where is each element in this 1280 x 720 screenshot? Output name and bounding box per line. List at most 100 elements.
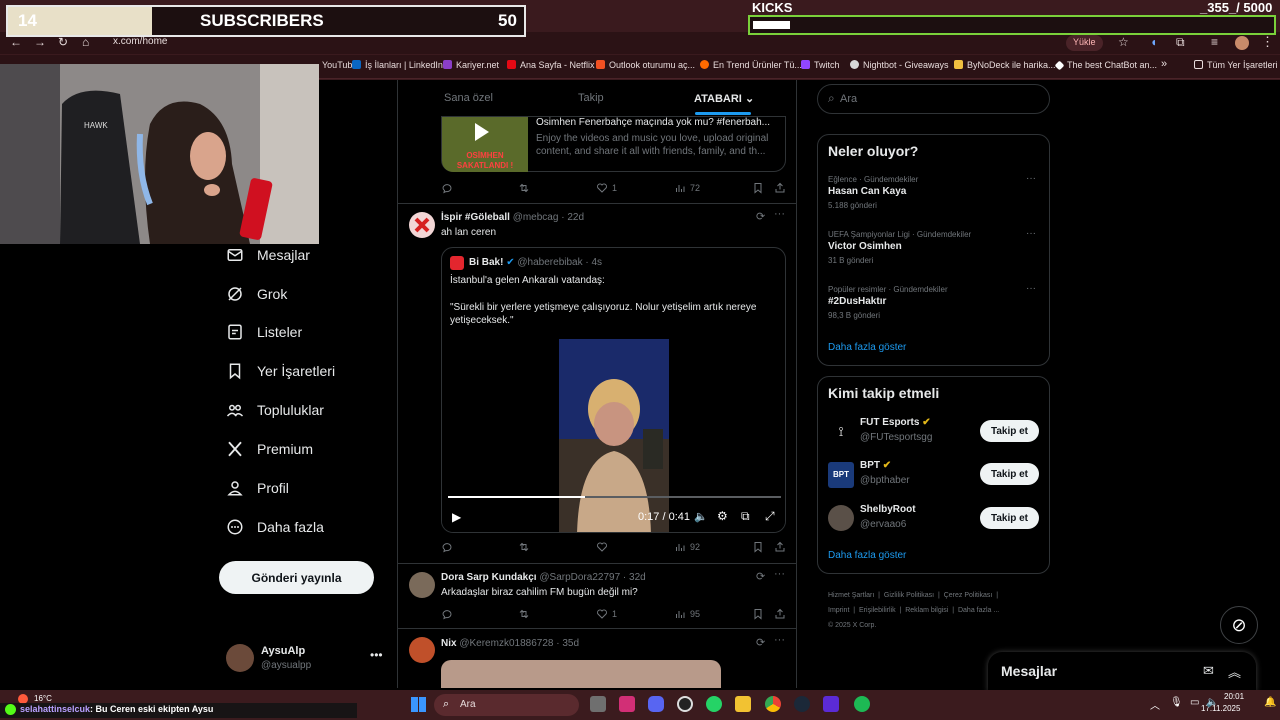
microphone-icon[interactable]: 🎙 <box>1170 697 1183 708</box>
display-icon[interactable]: ▭ <box>1190 697 1199 708</box>
settings-gear-icon[interactable]: ⚙ <box>717 509 728 523</box>
footer-link-ads-info[interactable]: Reklam bilgisi <box>905 607 948 614</box>
extension-icon[interactable]: ◖ <box>1150 35 1157 49</box>
trend-more-icon[interactable]: ··· <box>1026 283 1036 294</box>
views-button[interactable]: 95 <box>674 608 700 620</box>
footer-link-accessibility[interactable]: Erişilebilirlik <box>859 607 896 614</box>
picture-in-picture-icon[interactable]: ⧉ <box>741 509 750 524</box>
fullscreen-icon[interactable]: ⤢ <box>765 509 775 524</box>
post-button[interactable]: Gönderi yayınla <box>219 561 374 594</box>
follow-suggestion-name[interactable]: BPT ✔ <box>860 460 891 471</box>
reply-button[interactable] <box>441 608 457 620</box>
url-text[interactable]: x.com/home <box>113 36 167 47</box>
user-avatar[interactable] <box>226 644 254 672</box>
speaker-icon[interactable]: 🔈 <box>1206 697 1218 708</box>
search-input[interactable]: ⌕ Ara <box>817 84 1050 114</box>
spotify-icon[interactable] <box>854 696 870 712</box>
follow-button[interactable]: Takip et <box>980 507 1039 529</box>
bookmark-bynodeck[interactable]: ByNoDeck ile harika... <box>954 60 1056 70</box>
back-icon[interactable]: ← <box>10 35 22 49</box>
repost-button[interactable] <box>518 608 534 620</box>
bookmark-button[interactable] <box>752 182 768 194</box>
nav-messages[interactable]: Mesajlar <box>226 243 310 267</box>
views-button[interactable]: 92 <box>674 541 700 553</box>
nav-profile[interactable]: Profil <box>226 476 289 500</box>
repost-button[interactable] <box>518 541 534 553</box>
bookmark-linkedin[interactable]: İş İlanları | LinkedIn <box>352 60 443 70</box>
bpt-avatar[interactable]: BPT <box>828 462 854 488</box>
shelbyroot-avatar[interactable] <box>828 505 854 531</box>
puzzle-icon[interactable]: ⧉ <box>1176 35 1185 50</box>
views-button[interactable]: 72 <box>674 182 700 194</box>
upload-button[interactable]: Yükle <box>1066 35 1103 51</box>
menu-lines-icon[interactable]: ≡ <box>1211 35 1218 49</box>
volume-icon[interactable]: 🔈 <box>694 510 708 523</box>
weather-temp[interactable]: 16°C <box>34 694 52 703</box>
repost-button[interactable] <box>518 182 534 194</box>
whatsapp-icon[interactable] <box>706 696 722 712</box>
instagram-icon[interactable] <box>619 696 635 712</box>
all-bookmarks-button[interactable]: Tüm Yer İşaretleri <box>1194 60 1278 70</box>
clock-time[interactable]: 20:01 <box>1224 692 1244 701</box>
taskbar-search[interactable]: ⌕ Ara <box>434 694 579 716</box>
play-button-icon[interactable]: ▶ <box>452 510 461 524</box>
windows-start-icon[interactable] <box>411 697 426 712</box>
task-view-icon[interactable] <box>590 696 606 712</box>
bookmark-chatbot[interactable]: The best ChatBot an... <box>1054 60 1157 71</box>
grok-explain-icon[interactable]: ⟳ <box>756 210 765 223</box>
discord-icon[interactable] <box>648 696 664 712</box>
profile-avatar-icon[interactable] <box>1235 36 1249 50</box>
home-icon[interactable]: ⌂ <box>82 35 89 49</box>
footer-link-imprint[interactable]: Imprint <box>828 607 849 614</box>
share-button[interactable] <box>774 608 790 620</box>
messages-drawer[interactable]: Mesajlar ✉ ︽ <box>988 652 1256 692</box>
share-button[interactable] <box>774 182 790 194</box>
footer-link-privacy[interactable]: Gizlilik Politikası <box>884 592 934 599</box>
trend-item[interactable]: Popüler resimler · Gündemdekiler #2DusHa… <box>828 283 1043 320</box>
tab-for-you[interactable]: Sana özel <box>444 92 493 104</box>
file-explorer-icon[interactable] <box>735 696 751 712</box>
bookmark-netflix[interactable]: Ana Sayfa - Netflix <box>507 60 595 70</box>
video-progress-track[interactable] <box>448 496 781 498</box>
nav-grok[interactable]: Grok <box>226 282 287 306</box>
link-card[interactable]: OSİMHEN SAKATLANDI ! Osimhen Fenerbahçe … <box>441 116 786 172</box>
nav-bookmarks[interactable]: Yer İşaretleri <box>226 359 335 383</box>
tweet-avatar[interactable] <box>409 637 435 663</box>
tweet-more-icon[interactable]: ··· <box>774 568 785 580</box>
reply-button[interactable] <box>441 182 457 194</box>
tab-following[interactable]: Takip <box>578 92 604 104</box>
new-message-icon[interactable]: ✉ <box>1203 663 1214 679</box>
footer-link-more[interactable]: Daha fazla ... <box>958 607 999 614</box>
github-icon[interactable] <box>677 696 693 712</box>
bookmark-nightbot[interactable]: Nightbot - Giveaways <box>850 60 949 70</box>
trend-item[interactable]: Eğlence · Gündemdekiler Hasan Can Kaya 5… <box>828 173 1043 210</box>
star-icon[interactable]: ☆ <box>1118 35 1129 49</box>
forward-icon[interactable]: → <box>34 35 46 49</box>
share-button[interactable] <box>774 541 790 553</box>
kebab-menu-icon[interactable]: ⋮ <box>1261 34 1274 50</box>
follow-suggestion-name[interactable]: FUT Esports ✔ <box>860 417 931 428</box>
like-button[interactable] <box>596 541 612 553</box>
author-name[interactable]: Nix <box>441 638 457 649</box>
like-button[interactable]: 1 <box>596 182 617 194</box>
video-player[interactable]: ▶ 0:17 / 0:41 🔈 ⚙ ⧉ ⤢ <box>442 339 785 532</box>
tab-atabari[interactable]: ATABARI ⌄ <box>694 92 754 105</box>
trend-item[interactable]: UEFA Şampiyonlar Ligi · Gündemdekiler Vi… <box>828 228 1043 265</box>
follow-button[interactable]: Takip et <box>980 463 1039 485</box>
footer-link-cookies[interactable]: Çerez Politikası <box>944 592 993 599</box>
nav-premium[interactable]: Premium <box>226 437 313 461</box>
vpn-icon[interactable] <box>823 696 839 712</box>
grok-floating-button[interactable]: ⊘ <box>1220 606 1258 644</box>
grok-explain-icon[interactable]: ⟳ <box>756 636 765 649</box>
fut-esports-avatar[interactable]: ⟟ <box>828 419 854 445</box>
nav-communities[interactable]: Topluluklar <box>226 398 324 422</box>
author-handle[interactable]: @Keremzk01886728 <box>459 638 553 649</box>
author-name[interactable]: Dora Sarp Kundakçı <box>441 572 537 583</box>
trend-more-icon[interactable]: ··· <box>1026 173 1036 184</box>
tray-chevron-icon[interactable]: ︿ <box>1150 697 1160 712</box>
bookmark-outlook[interactable]: Outlook oturumu aç... <box>596 60 695 70</box>
collapse-chevron-icon[interactable]: ︽ <box>1228 662 1241 681</box>
author-handle[interactable]: @mebcag <box>513 212 559 223</box>
quote-tweet[interactable]: Bi Bak! ✔ @haberebibak · 4s İstanbul'a g… <box>441 247 786 533</box>
follow-suggestion-name[interactable]: ShelbyRoot <box>860 504 916 515</box>
